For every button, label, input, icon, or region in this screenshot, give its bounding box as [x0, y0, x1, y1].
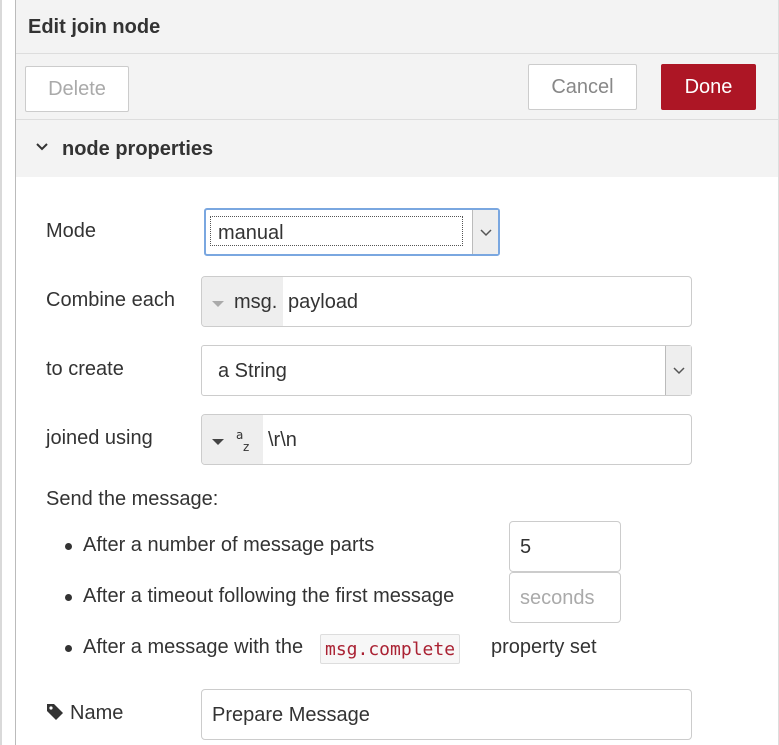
- option-complete-prefix: After a message with the: [83, 636, 304, 658]
- svg-text:z: z: [243, 440, 249, 454]
- option-complete-suffix: property set: [491, 636, 597, 658]
- create-select-value: a String: [218, 360, 287, 382]
- combine-label: Combine each: [46, 289, 175, 311]
- combine-type-selector[interactable]: msg.: [202, 277, 283, 326]
- create-label: to create: [46, 358, 124, 380]
- caret-down-icon: [212, 301, 224, 307]
- dialog-toolbar: Delete Cancel Done: [16, 54, 778, 120]
- parts-count-value: 5: [520, 536, 532, 558]
- caret-down-icon: [212, 439, 224, 445]
- a-z-string-type-icon: a z: [236, 428, 249, 454]
- edit-dialog: Edit join node Delete Cancel Done node p…: [16, 0, 779, 745]
- chevron-down-icon: [480, 229, 492, 237]
- name-input[interactable]: Prepare Message: [201, 689, 692, 740]
- dialog-titlebar: Edit join node: [16, 0, 778, 54]
- send-heading: Send the message:: [46, 488, 219, 510]
- timeout-input[interactable]: seconds: [509, 572, 621, 623]
- bullet: [65, 645, 72, 652]
- section-header-node-properties[interactable]: node properties: [16, 120, 778, 177]
- option-timeout-label: After a timeout following the first mess…: [83, 585, 455, 607]
- chevron-down-icon: [673, 367, 685, 375]
- msg-complete-code: msg.complete: [320, 634, 461, 664]
- page: Edit join node Delete Cancel Done node p…: [0, 0, 779, 745]
- delete-button[interactable]: Delete: [25, 66, 129, 112]
- joined-typed-input[interactable]: a z \r\n: [201, 414, 692, 465]
- parts-count-input[interactable]: 5: [509, 521, 621, 572]
- combine-value: payload: [288, 291, 359, 313]
- tag-icon: [47, 704, 63, 720]
- joined-value: \r\n: [268, 429, 297, 451]
- bullet: [65, 594, 72, 601]
- create-select-arrow[interactable]: [665, 346, 691, 395]
- section-title: node properties: [62, 138, 214, 160]
- chevron-down-icon: [36, 143, 48, 151]
- mode-select-value: manual: [218, 222, 284, 244]
- timeout-placeholder: seconds: [520, 587, 595, 609]
- mode-select-arrow[interactable]: [472, 210, 498, 254]
- dialog-title: Edit join node: [28, 16, 161, 38]
- cancel-button[interactable]: Cancel: [528, 64, 637, 110]
- create-select[interactable]: a String: [201, 345, 692, 396]
- option-parts-label: After a number of message parts: [83, 534, 375, 556]
- mode-label: Mode: [46, 220, 97, 242]
- mode-select[interactable]: manual: [204, 208, 500, 256]
- bullet: [65, 543, 72, 550]
- done-button[interactable]: Done: [661, 64, 756, 110]
- combine-typed-input[interactable]: msg. payload: [201, 276, 692, 327]
- msg-prefix: msg.: [234, 291, 278, 313]
- joined-type-selector[interactable]: a z: [202, 415, 263, 464]
- left-edge: [0, 0, 16, 745]
- name-value: Prepare Message: [212, 704, 370, 726]
- name-label: Name: [70, 702, 124, 724]
- joined-label: joined using: [46, 427, 153, 449]
